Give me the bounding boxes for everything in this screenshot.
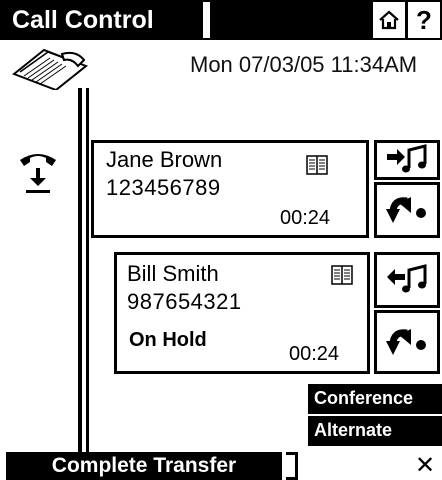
date-time: Mon 07/03/05 11:34AM — [190, 52, 418, 77]
home-icon — [379, 10, 399, 30]
retrieve-button[interactable] — [374, 252, 440, 308]
call-status: On Hold — [129, 329, 207, 351]
transfer-arrow-icon — [386, 329, 426, 355]
caller-number: 987654321 — [127, 289, 242, 314]
music-hold-out-icon — [387, 144, 427, 173]
music-hold-in-icon — [387, 264, 427, 293]
caller-name: Bill Smith — [127, 261, 219, 286]
connector-line — [86, 88, 89, 480]
transfer-button[interactable] — [374, 310, 440, 374]
call-card[interactable]: Bill Smith 987654321 On Hold 00:24 — [114, 252, 370, 374]
home-button[interactable] — [373, 2, 405, 38]
phonebook-icon[interactable] — [331, 265, 353, 285]
alternate-button[interactable]: Alternate — [308, 416, 442, 446]
caller-name: Jane Brown — [106, 147, 223, 172]
close-icon[interactable]: ✕ — [410, 452, 440, 480]
conference-button[interactable]: Conference — [308, 384, 442, 414]
page-title: Call Control — [12, 6, 154, 34]
help-button[interactable]: ? — [408, 2, 440, 38]
button-edge — [286, 452, 298, 480]
transfer-arrow-icon — [386, 197, 426, 223]
complete-transfer-button[interactable]: Complete Transfer — [6, 452, 282, 480]
transfer-button[interactable] — [374, 182, 440, 238]
hold-button[interactable] — [374, 140, 440, 180]
call-duration: 00:24 — [289, 343, 340, 365]
call-card[interactable]: Jane Brown 123456789 00:24 — [91, 140, 369, 238]
caller-number: 123456789 — [106, 175, 221, 200]
desk-phone-icon — [10, 46, 90, 92]
title-divider — [203, 2, 210, 38]
connector-line — [78, 88, 82, 480]
handset-hangup-icon[interactable] — [18, 150, 58, 196]
phonebook-icon[interactable] — [306, 155, 328, 175]
call-duration: 00:24 — [280, 207, 331, 229]
